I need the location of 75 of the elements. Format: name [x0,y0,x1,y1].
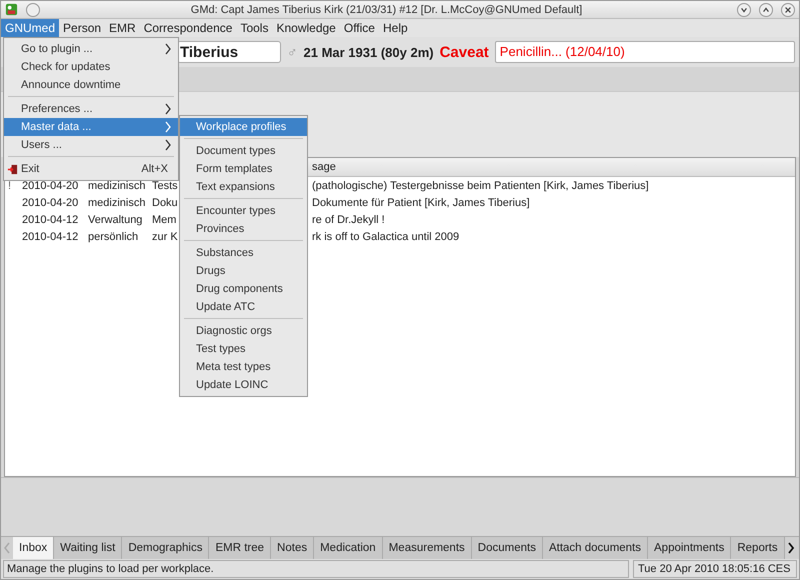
category-cell-text: medizinisch [88,180,146,192]
menu-item[interactable]: Drug components [180,280,307,298]
status-message: Manage the plugins to load per workplace. [3,560,629,578]
message-cell-text: rk is off to Galactica until 2009 [311,230,460,242]
message-cell-text: Dokumente für Patient [Kirk, James Tiberius] [311,196,530,208]
tab[interactable]: Demographics [122,537,210,559]
patient-name-field[interactable]: Tiberius [177,41,281,63]
menu-item[interactable]: Preferences ... [4,100,178,118]
date-cell-text: 2010-04-20 [22,196,80,208]
tab[interactable]: EMR tree [209,537,272,559]
tab[interactable]: Attach documents [542,537,648,559]
category-cell-text: medizinisch [88,196,146,208]
frog-icon [5,3,18,16]
message-cell-text: (pathologische) Testergebnisse beim Patienten [Kirk, James Tiberius] [311,180,649,192]
window-title: GMd: Capt James Tiberius Kirk (21/03/31) #12 [Dr. L.McCoy@GNUmed Default] [190,4,584,16]
exit-door-icon [7,164,18,174]
minimize-button[interactable] [737,2,751,16]
menu-item[interactable]: Test types [180,340,307,358]
caveat-field[interactable]: Penicillin... (12/04/10) [494,41,795,63]
menu-item[interactable]: Master data ... [4,118,178,136]
chevron-up-icon [762,6,770,14]
menu-bar-item[interactable]: Person [59,19,106,37]
table-cell: Mem [152,214,176,226]
menu-item[interactable]: Go to plugin ... [4,40,178,58]
menu-item[interactable]: Provinces [180,220,307,238]
category-cell-text: persönlich [88,230,140,242]
tab[interactable]: Measurements [382,537,472,559]
menu-item[interactable]: Text expansions [180,178,307,196]
date-cell-text: 2010-04-20 [22,180,80,192]
menu-item[interactable]: Announce downtime [4,76,178,94]
tab[interactable]: Notes [271,537,314,559]
menu-item[interactable]: Check for updates [4,58,178,76]
close-icon [784,6,792,14]
tab[interactable]: Appointments [648,537,732,559]
message-cell-text: re of Dr.Jekyll ! [311,214,385,226]
menu-item[interactable]: Substances [180,244,307,262]
menu-item[interactable]: Diagnostic orgs [180,322,307,340]
gender-symbol: ♂ [287,44,298,60]
menu-item[interactable]: Exit Alt+X [4,160,178,178]
menu-bar-item[interactable]: Help [378,19,412,37]
menu-item[interactable]: Form templates [180,160,307,178]
menu-item[interactable]: Document types [180,142,307,160]
chevron-down-icon [740,6,748,14]
menu-item[interactable]: Users ... [4,136,178,154]
tab[interactable]: Documents [472,537,543,559]
column-header[interactable]: sage [312,158,336,176]
menu-item[interactable]: Update LOINC [180,376,307,394]
close-button[interactable] [781,2,795,16]
maximize-button[interactable] [759,2,773,16]
menu-bar-item[interactable]: Correspondence [140,19,236,37]
tab[interactable]: Waiting list [54,537,122,559]
table-cell: Tests [152,180,178,192]
window-menu-button[interactable] [26,2,40,16]
menu-item[interactable]: Drugs [180,262,307,280]
date-cell-text: 2010-04-12 [22,214,80,226]
date-of-birth: 21 Mar 1931 (80y 2m) [304,44,434,60]
table-cell: zur K [152,230,178,242]
menu-item[interactable]: Workplace profiles [180,118,307,136]
menu-item[interactable]: Meta test types [180,358,307,376]
date-cell-text: 2010-04-12 [22,230,80,242]
menu-bar-item[interactable]: Office [340,19,379,37]
tab[interactable]: Medication [314,537,383,559]
menu-bar-item[interactable]: EMR [105,19,140,37]
flag-cell-text: ! [7,180,12,192]
table-cell: Doku [152,196,178,208]
menu-item[interactable]: Encounter types [180,202,307,220]
tab[interactable]: Inbox [13,537,54,559]
menu-bar-item[interactable]: Tools [236,19,272,37]
menu-bar-item[interactable]: GNUmed [1,19,60,37]
status-clock: Tue 20 Apr 2010 18:05:16 CES [633,560,797,578]
caveat-label: Caveat [440,44,489,60]
menu-item[interactable]: Update ATC [180,298,307,316]
menu-bar-item[interactable]: Knowledge [272,19,340,37]
category-cell-text: Verwaltung [88,214,144,226]
tab[interactable]: Reports [731,537,785,559]
